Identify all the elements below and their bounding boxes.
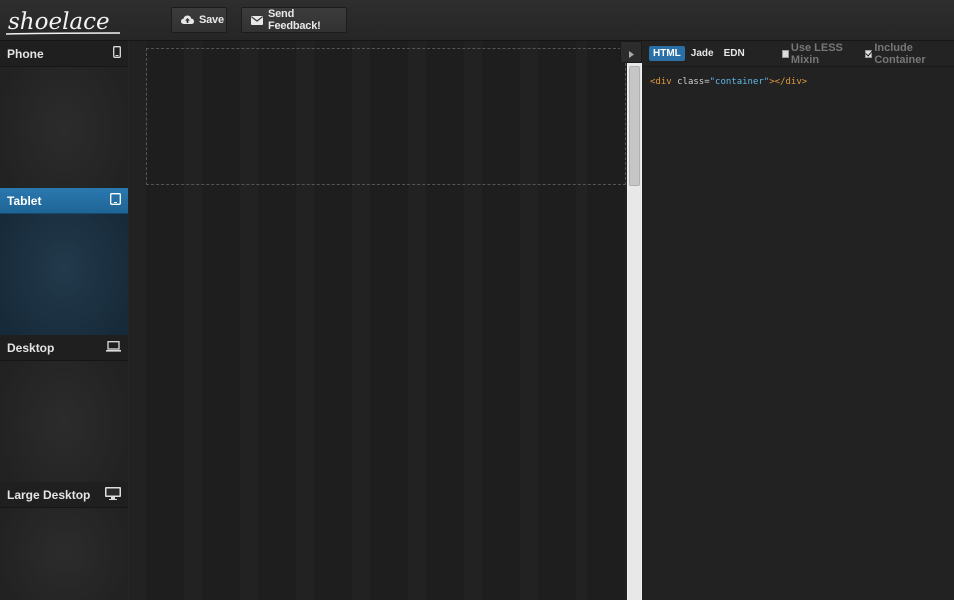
use-less-mixin-option[interactable]: Use LESS Mixin	[781, 41, 862, 66]
code-output[interactable]: <div class="container"></div>	[642, 67, 954, 97]
laptop-icon	[106, 340, 121, 355]
scrollbar-thumb[interactable]	[629, 66, 640, 186]
code-panel: HTML Jade EDN Use LESS Mixin Include Con…	[642, 41, 954, 600]
option-label: Include Container	[874, 41, 926, 66]
device-desktop[interactable]: Desktop	[0, 335, 128, 482]
tablet-icon	[110, 193, 121, 208]
send-feedback-button-label: Send Feedback!	[268, 8, 321, 32]
device-sidebar: Phone Tablet Desktop Large Desktop	[0, 41, 128, 600]
canvas-scrollbar[interactable]	[628, 63, 641, 600]
device-label: Tablet	[7, 193, 42, 208]
phone-icon	[113, 46, 121, 61]
code-format-tabs: HTML Jade EDN Use LESS Mixin Include Con…	[642, 41, 954, 67]
device-label: Large Desktop	[7, 487, 91, 502]
option-label: Use LESS Mixin	[790, 41, 843, 66]
code-token: "container"	[709, 77, 770, 87]
device-label: Desktop	[7, 340, 55, 355]
device-tablet[interactable]: Tablet	[0, 188, 128, 335]
save-button-label: Save	[199, 14, 224, 26]
device-phone[interactable]: Phone	[0, 41, 128, 188]
use-less-mixin-checkbox[interactable]	[781, 49, 789, 58]
device-large-desktop[interactable]: Large Desktop	[0, 482, 128, 600]
top-toolbar: shoelace Save Send Feedback!	[0, 0, 954, 41]
include-container-checkbox[interactable]	[865, 49, 873, 58]
container-drop-zone[interactable]	[146, 48, 626, 185]
tab-html[interactable]: HTML	[649, 46, 685, 61]
code-token: ></div>	[769, 77, 808, 87]
layout-canvas[interactable]	[129, 41, 627, 600]
cloud-upload-icon	[181, 15, 194, 25]
shoelace-logo[interactable]: shoelace	[4, 3, 122, 39]
tab-jade[interactable]: Jade	[687, 46, 718, 61]
envelope-icon	[251, 15, 263, 25]
code-token: <div	[650, 77, 672, 87]
monitor-icon	[105, 486, 121, 503]
collapse-panel-button[interactable]	[620, 41, 642, 63]
include-container-option[interactable]: Include Container	[865, 42, 954, 66]
caret-right-icon	[628, 43, 634, 62]
send-feedback-button[interactable]: Send Feedback!	[241, 7, 347, 33]
code-token: class=	[671, 77, 710, 87]
tab-edn[interactable]: EDN	[720, 46, 749, 61]
svg-text:shoelace: shoelace	[8, 9, 110, 35]
device-label: Phone	[7, 46, 44, 61]
save-button[interactable]: Save	[171, 7, 227, 33]
